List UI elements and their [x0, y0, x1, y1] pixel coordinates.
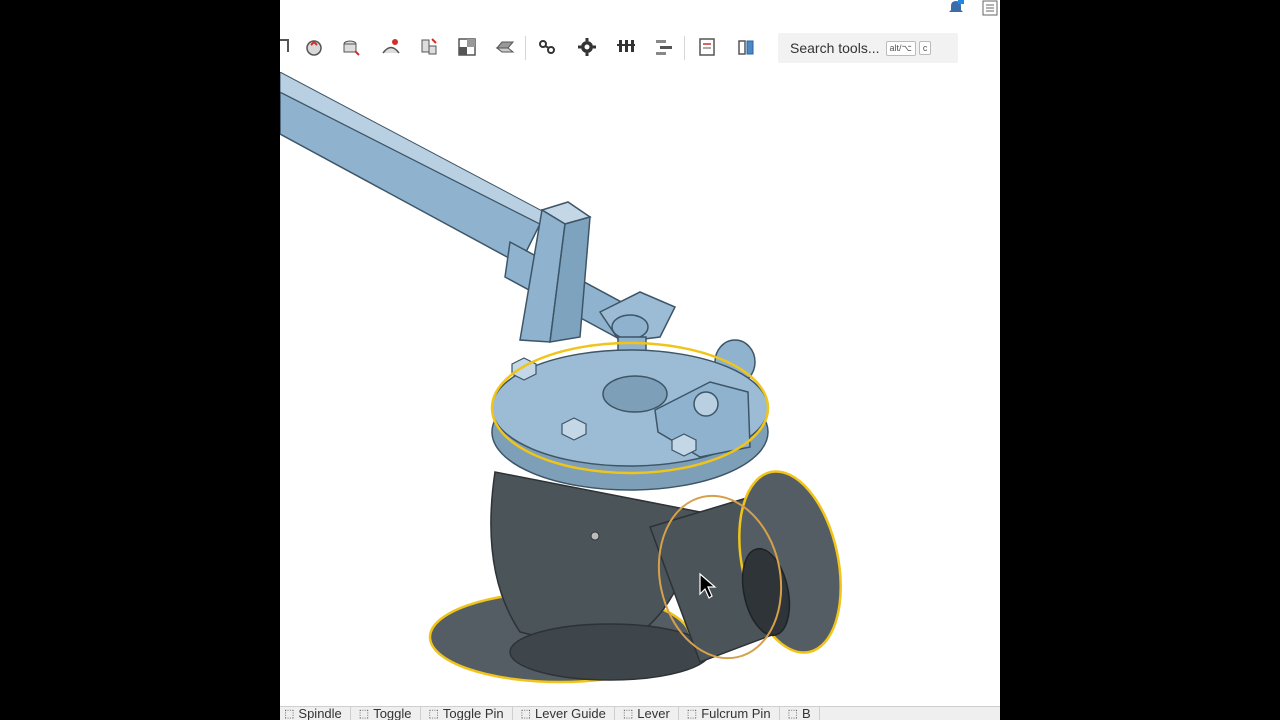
toolbar: Search tools... alt/⌥ c — [280, 24, 1000, 72]
tab-lever[interactable]: ⬚ Lever — [615, 707, 679, 720]
part-tab-icon: ⬚ — [520, 708, 532, 720]
toolbar-separator — [684, 36, 685, 60]
tab-label: Toggle Pin — [442, 706, 504, 720]
part-studio-icon[interactable] — [733, 34, 759, 60]
align-icon[interactable] — [651, 34, 677, 60]
part-tab-icon: ⬚ — [787, 708, 798, 720]
lever-part[interactable] — [280, 71, 641, 344]
cad-app-window: Search tools... alt/⌥ c ⬚ Spindle ⬚ Togg… — [280, 0, 1000, 720]
assembly-tab-bar: ⬚ Spindle ⬚ Toggle ⬚ Toggle Pin ⬚ Lever Guid… — [280, 706, 1000, 720]
part-tab-icon: ⬚ — [686, 708, 698, 720]
valve-body-part[interactable] — [428, 462, 856, 684]
tab-label: Lever Guide — [535, 706, 606, 720]
drawing-icon[interactable] — [694, 34, 720, 60]
tab-label: Fulcrum Pin — [701, 706, 771, 720]
part-tab-icon: ⬚ — [428, 708, 439, 720]
search-tools-input[interactable]: Search tools... alt/⌥ c — [778, 33, 958, 63]
tab-lever-guide[interactable]: ⬚ Lever Guide — [513, 707, 615, 720]
mate-connector-icon[interactable] — [534, 34, 560, 60]
tab-toggle[interactable]: ⬚ Toggle — [351, 707, 421, 720]
sketch-icon[interactable] — [280, 34, 296, 60]
notification-icon[interactable] — [948, 0, 964, 14]
tab-spindle[interactable]: ⬚ Spindle — [280, 707, 351, 720]
tab-more[interactable]: ⬚ B — [780, 707, 820, 720]
shortcut-badge: alt/⌥ — [885, 40, 916, 56]
tab-label: Toggle — [373, 706, 412, 720]
toolbar-separator — [525, 36, 526, 60]
extrude-icon[interactable] — [301, 34, 327, 60]
part-tab-icon: ⬚ — [622, 708, 634, 720]
list-icon[interactable] — [982, 0, 998, 16]
pattern-icon[interactable] — [613, 34, 639, 60]
top-bar — [280, 0, 1000, 24]
shortcut-key-badge: c — [918, 41, 932, 55]
tab-label: Lever — [637, 706, 670, 720]
tab-label: Spindle — [298, 706, 342, 720]
shell-icon[interactable] — [454, 34, 480, 60]
part-tab-icon: ⬚ — [358, 708, 370, 720]
tab-fulcrum-pin[interactable]: ⬚ Fulcrum Pin — [679, 707, 780, 720]
loft-icon[interactable] — [416, 34, 442, 60]
tab-label: B — [801, 706, 811, 720]
3d-viewport[interactable] — [280, 71, 1000, 706]
sweep-icon[interactable] — [378, 34, 404, 60]
gear-settings-icon[interactable] — [574, 34, 600, 60]
tab-toggle-pin[interactable]: ⬚ Toggle Pin — [421, 707, 513, 720]
fillet-icon[interactable] — [492, 34, 518, 60]
revolve-icon[interactable] — [338, 34, 364, 60]
part-tab-icon: ⬚ — [284, 708, 295, 720]
search-placeholder: Search tools... — [790, 40, 880, 56]
